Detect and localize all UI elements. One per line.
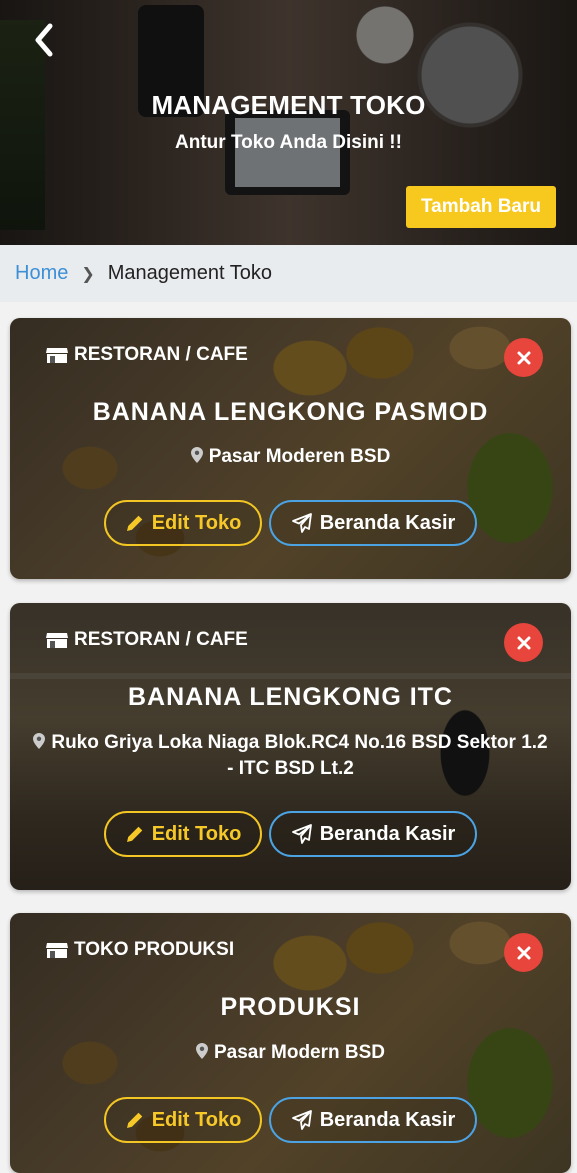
store-address: Pasar Moderen BSD bbox=[30, 444, 551, 470]
delete-store-button[interactable] bbox=[504, 933, 543, 972]
store-icon bbox=[46, 347, 68, 363]
close-icon bbox=[517, 636, 530, 649]
delete-store-button[interactable] bbox=[504, 338, 543, 377]
store-category-label: RESTORAN / CAFE bbox=[74, 344, 248, 365]
store-category: RESTORAN / CAFE bbox=[46, 629, 248, 651]
store-name: BANANA LENGKONG ITC bbox=[127, 683, 453, 711]
plane-icon bbox=[291, 1110, 312, 1130]
map-pin-icon bbox=[190, 447, 203, 463]
edit-store-button[interactable]: Edit Toko bbox=[104, 1097, 262, 1143]
plane-icon bbox=[291, 513, 312, 533]
map-pin-icon bbox=[33, 733, 46, 749]
store-icon bbox=[46, 632, 68, 648]
chevron-right-icon: ❯ bbox=[81, 265, 95, 283]
breadcrumb: Home ❯ Management Toko bbox=[0, 245, 577, 302]
store-category: RESTORAN / CAFE bbox=[46, 344, 248, 366]
store-category-label: RESTORAN / CAFE bbox=[74, 629, 248, 650]
pencil-icon bbox=[126, 826, 142, 842]
delete-store-button[interactable] bbox=[504, 623, 543, 662]
cashier-home-label: Beranda Kasir bbox=[319, 822, 456, 845]
breadcrumb-current: Management Toko bbox=[107, 262, 272, 284]
cashier-home-button[interactable]: Beranda Kasir bbox=[269, 811, 477, 857]
edit-store-label: Edit Toko bbox=[151, 1108, 242, 1131]
page-title: MANAGEMENT TOKO bbox=[151, 90, 426, 120]
store-address: Ruko Griya Loka Niaga Blok.RC4 No.16 BSD… bbox=[30, 730, 551, 782]
edit-store-button[interactable]: Edit Toko bbox=[104, 500, 262, 546]
pencil-icon bbox=[126, 515, 142, 531]
store-address-text: Pasar Modern BSD bbox=[213, 1042, 386, 1063]
close-icon bbox=[517, 351, 530, 364]
breadcrumb-home-link[interactable]: Home bbox=[15, 262, 68, 285]
back-button[interactable] bbox=[28, 18, 62, 62]
store-address: Pasar Modern BSD bbox=[30, 1040, 551, 1066]
edit-store-label: Edit Toko bbox=[151, 511, 242, 534]
store-card: RESTORAN / CAFE BANANA LENGKONG PASMOD P… bbox=[10, 318, 571, 579]
cashier-home-label: Beranda Kasir bbox=[319, 1108, 456, 1131]
store-card: RESTORAN / CAFE BANANA LENGKONG ITC Ruko… bbox=[10, 603, 571, 890]
store-name: PRODUKSI bbox=[220, 993, 361, 1021]
pencil-icon bbox=[126, 1112, 142, 1128]
cashier-home-label: Beranda Kasir bbox=[319, 511, 456, 534]
store-card: TOKO PRODUKSI PRODUKSI Pasar Modern BSD … bbox=[10, 913, 571, 1173]
store-address-text: Ruko Griya Loka Niaga Blok.RC4 No.16 BSD… bbox=[51, 732, 548, 779]
store-category: TOKO PRODUKSI bbox=[46, 939, 234, 961]
page-subtitle: Antur Toko Anda Disini !! bbox=[175, 132, 402, 153]
map-pin-icon bbox=[195, 1043, 208, 1059]
chevron-left-icon bbox=[35, 23, 53, 57]
store-icon bbox=[46, 942, 68, 958]
edit-store-label: Edit Toko bbox=[151, 822, 242, 845]
close-icon bbox=[517, 946, 530, 959]
store-category-label: TOKO PRODUKSI bbox=[74, 939, 235, 960]
plane-icon bbox=[291, 824, 312, 844]
cashier-home-button[interactable]: Beranda Kasir bbox=[269, 500, 477, 546]
cashier-home-button[interactable]: Beranda Kasir bbox=[269, 1097, 477, 1143]
store-address-text: Pasar Moderen BSD bbox=[208, 446, 391, 467]
edit-store-button[interactable]: Edit Toko bbox=[104, 811, 262, 857]
add-store-button[interactable]: Tambah Baru bbox=[406, 186, 556, 228]
store-name: BANANA LENGKONG PASMOD bbox=[92, 398, 489, 426]
